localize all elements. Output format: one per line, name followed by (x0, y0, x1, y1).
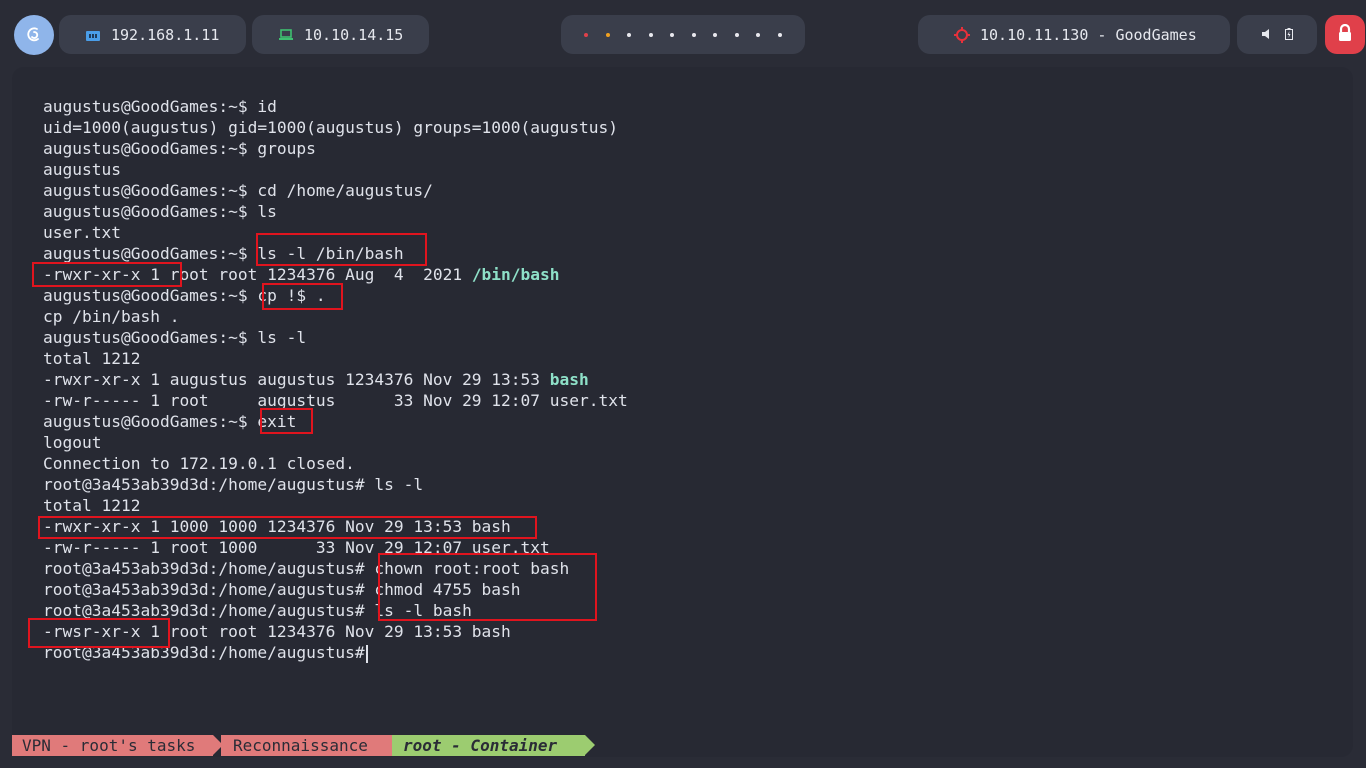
terminal-line: root@3a453ab39d3d:/home/augustus# ls -l (43, 475, 424, 494)
terminal-line: Connection to 172.19.0.1 closed. (43, 454, 355, 473)
target-widget[interactable]: 10.10.11.130 - GoodGames (918, 15, 1230, 54)
highlighted-path: /bin/bash (471, 265, 560, 284)
terminal-line: augustus@GoodGames:~$ exit (43, 412, 297, 431)
line-text: -rwxr-xr-x 1 augustus augustus 1234376 N… (43, 370, 550, 389)
terminal-line: logout (43, 433, 102, 452)
vpn-ip-text: 10.10.14.15 (304, 25, 404, 44)
terminal-line: -rwxr-xr-x 1 augustus augustus 1234376 N… (43, 369, 628, 390)
terminal-line: augustus@GoodGames:~$ ls (43, 202, 277, 221)
vpn-ip-widget[interactable]: 10.10.14.15 (252, 15, 429, 54)
workspace-switcher[interactable] (561, 15, 805, 54)
terminal-line: augustus@GoodGames:~$ cd /home/augustus/ (43, 181, 433, 200)
crosshair-icon (954, 26, 970, 43)
powerline-separator (585, 735, 595, 755)
workspace-dot-1[interactable] (584, 32, 589, 37)
text-cursor (366, 644, 369, 663)
annotation-box (38, 516, 537, 539)
terminal-line: total 1212 (43, 349, 141, 368)
terminal-line: uid=1000(augustus) gid=1000(augustus) gr… (43, 118, 618, 137)
lan-ip-widget[interactable]: 192.168.1.11 (59, 15, 246, 54)
workspace-dot-2[interactable] (605, 32, 610, 37)
annotation-box (28, 618, 170, 648)
annotation-box (256, 233, 427, 266)
top-bar: 192.168.1.11 10.10.14.15 10.10.11.130 - … (0, 0, 1366, 68)
highlighted-file: bash (549, 370, 589, 389)
workspace-dot-9[interactable] (756, 32, 761, 37)
annotation-box (260, 408, 313, 434)
annotation-box (32, 262, 182, 287)
network-icon (85, 28, 101, 42)
terminal-line: augustus (43, 160, 121, 179)
terminal-line: augustus@GoodGames:~$ groups (43, 139, 316, 158)
status-segment-recon[interactable]: Reconnaissance (221, 735, 393, 756)
workspace-dot-7[interactable] (713, 32, 718, 37)
workspace-dot-4[interactable] (648, 32, 653, 37)
annotation-box (262, 283, 343, 310)
workspace-dot-8[interactable] (734, 32, 739, 37)
battery-icon[interactable] (1285, 26, 1293, 44)
target-text: 10.10.11.130 - GoodGames (980, 25, 1197, 44)
workspace-dot-10[interactable] (777, 32, 782, 37)
terminal-window[interactable]: augustus@GoodGames:~$ id uid=1000(august… (12, 67, 1353, 757)
terminal-line: total 1212 (43, 496, 141, 515)
annotation-box (378, 553, 597, 621)
laptop-icon (278, 28, 294, 41)
terminal-line: augustus@GoodGames:~$ ls -l (43, 328, 307, 347)
status-segment-container[interactable]: root - Container (392, 735, 585, 756)
workspace-dot-3[interactable] (627, 32, 632, 37)
status-segment-vpn[interactable]: VPN - root's tasks (12, 735, 213, 756)
workspace-dot-5[interactable] (670, 32, 675, 37)
lock-icon (1337, 23, 1353, 46)
lan-ip-text: 192.168.1.11 (111, 25, 220, 44)
system-tray[interactable] (1237, 15, 1317, 54)
terminal-line: augustus@GoodGames:~$ id (43, 97, 277, 116)
workspace-dot-6[interactable] (691, 32, 696, 37)
debian-swirl-icon[interactable] (14, 15, 54, 55)
terminal-line: -rw-r----- 1 root augustus 33 Nov 29 12:… (43, 391, 628, 410)
lock-button[interactable] (1325, 15, 1365, 54)
speaker-icon[interactable] (1261, 26, 1273, 44)
